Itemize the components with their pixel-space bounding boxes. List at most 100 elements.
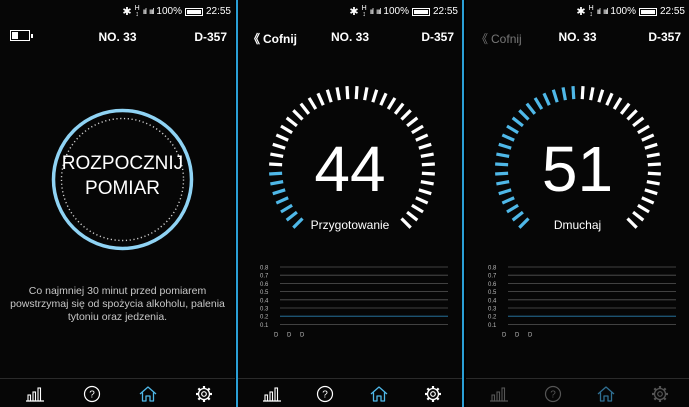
gauge-tick	[571, 86, 576, 100]
signal-icon: ıııl	[148, 7, 155, 16]
gauge-tick	[379, 92, 388, 106]
chart-y-tick: 0.1	[260, 323, 269, 329]
gauge-tick	[511, 116, 524, 128]
chart-y-tick: 0.4	[488, 298, 497, 304]
chart-y-tick: 0.6	[488, 282, 497, 288]
gauge-tick	[619, 102, 631, 115]
battery-percent: 100%	[156, 6, 182, 17]
statistics-icon[interactable]	[488, 385, 510, 403]
start-screen: ✱ H ↕ ııl ıııl 100% 22:55 NO. 33 D-357 RO…	[0, 0, 235, 407]
help-icon[interactable]: ?	[81, 385, 103, 403]
chart-x-mark: D	[528, 333, 533, 339]
device-id: D-357	[648, 30, 681, 44]
home-icon[interactable]	[137, 385, 159, 403]
data-indicator-icon: H ↕	[361, 4, 367, 18]
gauge-tick	[561, 87, 567, 101]
bluetooth-icon: ✱	[122, 6, 132, 18]
signal-icon: ııl	[369, 7, 374, 16]
chart-x-mark: D	[274, 333, 279, 339]
gauge-tick	[589, 87, 595, 101]
device-id: D-357	[421, 30, 454, 44]
gauge-tick	[307, 97, 318, 110]
battery-status-icon	[184, 7, 203, 16]
home-icon[interactable]	[595, 385, 617, 403]
preparation-notice: Co najmniej 30 minut przed pomiarem pows…	[10, 285, 225, 323]
test-number: NO. 33	[330, 30, 370, 44]
gauge-tick	[325, 89, 333, 103]
app-header: 《 Cofnij NO. 33 D-357	[238, 24, 462, 48]
gauge-tick	[506, 203, 519, 214]
help-icon[interactable]: ?	[542, 385, 564, 403]
chart-y-tick: 0.7	[488, 274, 497, 280]
clock: 22:55	[659, 6, 685, 17]
gauge-tick	[299, 102, 311, 115]
gauge-tick	[406, 116, 419, 128]
bottom-nav: ?	[466, 378, 689, 407]
clock: 22:55	[205, 6, 231, 17]
gauge-tick	[597, 89, 605, 103]
bluetooth-icon: ✱	[576, 6, 586, 18]
gauge-tick	[411, 124, 424, 135]
data-indicator-icon: H ↕	[588, 4, 594, 18]
svg-text:?: ?	[323, 390, 329, 401]
bluetooth-icon: ✱	[349, 6, 359, 18]
device-id: D-357	[194, 30, 227, 44]
gauge-tick	[285, 116, 298, 128]
chart-y-tick: 0.5	[488, 290, 497, 296]
chart-y-tick: 0.3	[488, 307, 497, 313]
gauge-tick	[371, 89, 379, 103]
gauge-tick	[580, 86, 585, 100]
settings-icon[interactable]	[422, 385, 444, 403]
blow-screen: ✱ H ↕ ııl ıııl 100% 22:55 《 Cofnij NO. 33…	[466, 0, 689, 407]
gauge-tick	[335, 87, 341, 101]
back-button[interactable]: 《 Cofnij	[248, 30, 297, 47]
back-label: Cofnij	[263, 31, 298, 46]
help-icon[interactable]: ?	[314, 385, 336, 403]
gauge-tick	[612, 97, 623, 110]
app-header: 《 Cofnij NO. 33 D-357	[466, 24, 689, 48]
gauge-tick	[292, 109, 304, 121]
gauge-tick	[363, 87, 369, 101]
gauge-tick	[605, 92, 614, 106]
test-number: NO. 33	[558, 30, 597, 44]
chart-y-tick: 0.3	[260, 307, 269, 313]
settings-icon[interactable]	[649, 385, 671, 403]
status-bar: ✱ H ↕ ııl ıııl 100% 22:55	[0, 0, 235, 22]
svg-text:?: ?	[550, 390, 556, 401]
bottom-nav: ?	[238, 378, 462, 407]
start-measurement-button[interactable]: ROZPOCZNIJ POMIAR	[50, 107, 195, 252]
settings-icon[interactable]	[193, 385, 215, 403]
gauge-tick	[386, 97, 397, 110]
preparation-screen: ✱ H ↕ ııl ıııl 100% 22:55 《 Cofnij NO. 33…	[236, 0, 464, 407]
gauge-tick	[637, 203, 650, 214]
gauge-tick	[518, 109, 530, 121]
chart-y-tick: 0.7	[260, 274, 269, 280]
chart-x-mark: D	[287, 333, 292, 339]
statistics-icon[interactable]	[24, 385, 46, 403]
gauge-tick	[637, 124, 650, 135]
battery-status-icon	[638, 7, 657, 16]
gauge-tick	[506, 124, 519, 135]
gauge-tick	[626, 109, 638, 121]
gauge-tick	[542, 92, 551, 106]
chevron-left-icon: 《	[248, 32, 261, 46]
app-header: NO. 33 D-357	[0, 24, 235, 48]
back-label: Cofnij	[491, 31, 522, 46]
gauge-tick	[632, 116, 645, 128]
status-bar: ✱ H ↕ ııl ıııl 100% 22:55	[466, 0, 689, 22]
chart-y-tick: 0.4	[260, 298, 269, 304]
test-number: NO. 33	[98, 30, 137, 44]
clock: 22:55	[432, 6, 458, 17]
back-button[interactable]: 《 Cofnij	[476, 30, 522, 47]
status-bar: ✱ H ↕ ııl ıııl 100% 22:55	[238, 0, 462, 22]
chart-y-tick: 0.8	[260, 266, 269, 272]
gauge-status: Przygotowanie	[310, 218, 390, 232]
chart-x-mark: D	[515, 333, 520, 339]
gauge-tick	[280, 203, 293, 214]
statistics-icon[interactable]	[261, 385, 283, 403]
chart-y-tick: 0.8	[488, 266, 497, 272]
data-indicator-icon: H ↕	[134, 4, 140, 18]
chart-x-mark: D	[300, 333, 305, 339]
home-icon[interactable]	[368, 385, 390, 403]
gauge-value: 44	[314, 133, 386, 205]
